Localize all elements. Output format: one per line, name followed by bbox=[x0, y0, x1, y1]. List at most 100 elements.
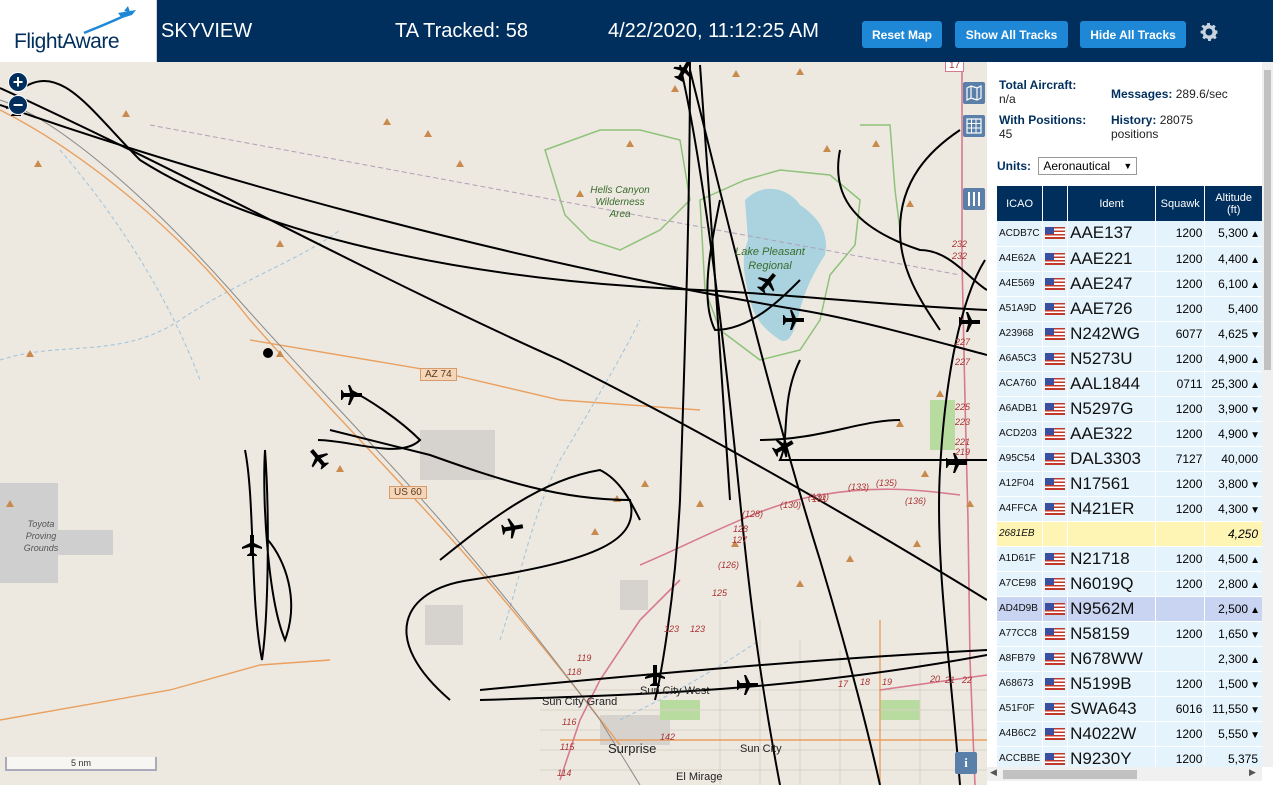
road-number: 142 bbox=[660, 732, 676, 742]
horizontal-scrollbar[interactable]: ◀ ▶ bbox=[987, 767, 1262, 781]
table-row[interactable]: ACA760 AAL1844 0711 25,300 ▲ bbox=[997, 371, 1263, 397]
altitude-value: 5,375 bbox=[1227, 751, 1258, 766]
table-row[interactable]: A4B6C2 N4022W 1200 5,550 ▼ bbox=[997, 721, 1263, 747]
table-row[interactable]: A6ADB1 N5297G 1200 3,900 ▼ bbox=[997, 396, 1263, 422]
units-row: Units: Aeronautical ▼ bbox=[997, 157, 1138, 175]
table-row[interactable]: A95C54 DAL3303 7127 40,000 bbox=[997, 446, 1263, 472]
cell-squawk: 1200 bbox=[1155, 296, 1206, 322]
reset-map-button[interactable]: Reset Map bbox=[862, 21, 942, 48]
cell-ident: AAE322 bbox=[1067, 421, 1156, 447]
cell-icao: A51F0F bbox=[997, 696, 1044, 722]
vertical-scrollbar[interactable] bbox=[1262, 62, 1273, 767]
table-row[interactable]: A6A5C3 N5273U 1200 4,900 ▲ bbox=[997, 346, 1263, 372]
road-number: 128 bbox=[733, 524, 749, 534]
cell-squawk: 1200 bbox=[1155, 346, 1206, 372]
table-row[interactable]: A8FB79 N678WW 2,300 ▲ bbox=[997, 646, 1263, 672]
stat-unit: positions bbox=[1111, 127, 1159, 141]
cell-squawk: 0711 bbox=[1155, 371, 1206, 397]
gear-icon[interactable] bbox=[1197, 20, 1221, 44]
scroll-thumb[interactable] bbox=[1264, 70, 1271, 370]
stat-value: 45 bbox=[999, 127, 1013, 141]
cell-altitude: 5,300 ▲ bbox=[1204, 221, 1263, 247]
column-altitude[interactable]: Altitude (ft) bbox=[1204, 186, 1263, 221]
us-flag-icon bbox=[1045, 377, 1066, 390]
altitude-value: 4,250 bbox=[1227, 526, 1258, 541]
us-flag-icon bbox=[1045, 652, 1066, 665]
stat-label: History: bbox=[1111, 113, 1157, 127]
cell-ident: N4022W bbox=[1067, 721, 1156, 747]
columns-button[interactable] bbox=[963, 188, 985, 210]
road-number: 127 bbox=[732, 535, 748, 545]
road-number: 20 bbox=[930, 674, 941, 684]
grid-button[interactable] bbox=[963, 115, 985, 137]
table-row[interactable]: A68673 N5199B 1200 1,500 ▼ bbox=[997, 671, 1263, 697]
cell-ident: AAE726 bbox=[1067, 296, 1156, 322]
cell-flag bbox=[1042, 421, 1069, 447]
flightaware-logo[interactable]: FlightAware bbox=[0, 0, 157, 62]
cell-flag bbox=[1042, 546, 1069, 572]
road-number: 227 bbox=[955, 357, 971, 367]
cell-squawk: 1200 bbox=[1155, 396, 1206, 422]
app-title: SKYVIEW bbox=[161, 20, 253, 42]
scroll-right-icon[interactable]: ▶ bbox=[1249, 767, 1256, 778]
label-line: Regional bbox=[748, 260, 792, 272]
cell-icao: ACA760 bbox=[997, 371, 1044, 397]
map-layers-button[interactable] bbox=[963, 82, 985, 104]
table-row[interactable]: A4E62A AAE221 1200 4,400 ▲ bbox=[997, 246, 1263, 272]
table-row[interactable]: A4FFCA N421ER 1200 4,300 ▼ bbox=[997, 496, 1263, 522]
cell-icao: A77CC8 bbox=[997, 621, 1044, 647]
us-flag-icon bbox=[1045, 277, 1066, 290]
label-line: Hells Canyon bbox=[590, 185, 650, 196]
table-row[interactable]: A1D61F N21718 1200 4,500 ▲ bbox=[997, 546, 1263, 572]
zoom-in-button[interactable]: + bbox=[8, 72, 28, 92]
cell-ident: N21718 bbox=[1067, 546, 1156, 572]
cell-flag bbox=[1042, 521, 1069, 547]
table-row[interactable]: A4E569 AAE247 1200 6,100 ▲ bbox=[997, 271, 1263, 297]
units-select[interactable]: Aeronautical ▼ bbox=[1038, 157, 1138, 175]
column-icao[interactable]: ICAO bbox=[997, 186, 1044, 221]
cell-icao: 2681EB bbox=[997, 521, 1044, 547]
cell-icao: A51A9D bbox=[997, 296, 1044, 322]
cell-altitude: 4,250 bbox=[1204, 521, 1263, 547]
info-button[interactable]: i bbox=[955, 752, 977, 774]
show-all-tracks-button[interactable]: Show All Tracks bbox=[955, 21, 1068, 48]
aircraft-panel: Total Aircraft: n/a Messages: 289.6/sec … bbox=[987, 62, 1273, 785]
scroll-thumb[interactable] bbox=[1003, 770, 1137, 779]
hide-all-tracks-button[interactable]: Hide All Tracks bbox=[1080, 21, 1186, 48]
label-sun-city-west: Sun City West bbox=[640, 685, 710, 697]
column-flag[interactable] bbox=[1042, 186, 1069, 221]
altitude-trend-icon: ▼ bbox=[1250, 504, 1260, 516]
us-flag-icon bbox=[1045, 502, 1066, 515]
stat-label: Total Aircraft: bbox=[999, 78, 1077, 92]
table-row[interactable]: A23968 N242WG 6077 4,625 ▼ bbox=[997, 321, 1263, 347]
table-row[interactable]: A77CC8 N58159 1200 1,650 ▼ bbox=[997, 621, 1263, 647]
map-view[interactable]: Hells Canyon Wilderness Area Lake Pleasa… bbox=[0, 62, 987, 785]
cell-icao: A23968 bbox=[997, 321, 1044, 347]
cell-altitude: 2,300 ▲ bbox=[1204, 646, 1263, 672]
table-row[interactable]: A12F04 N17561 1200 3,800 ▼ bbox=[997, 471, 1263, 497]
road-number: (130) bbox=[780, 500, 802, 510]
cell-ident: N421ER bbox=[1067, 496, 1156, 522]
column-ident[interactable]: Ident bbox=[1067, 186, 1156, 221]
scroll-left-icon[interactable]: ◀ bbox=[990, 767, 997, 778]
cell-squawk: 1200 bbox=[1155, 546, 1206, 572]
map-icon bbox=[966, 85, 982, 101]
column-squawk[interactable]: Squawk bbox=[1155, 186, 1206, 221]
table-row[interactable]: ACD203 AAE322 1200 4,900 ▼ bbox=[997, 421, 1263, 447]
cell-icao: A8FB79 bbox=[997, 646, 1044, 672]
cell-icao: A6A5C3 bbox=[997, 346, 1044, 372]
cell-icao: ACD203 bbox=[997, 421, 1044, 447]
cell-flag bbox=[1042, 471, 1069, 497]
cell-altitude: 4,900 ▼ bbox=[1204, 421, 1263, 447]
cell-icao: A7CE98 bbox=[997, 571, 1044, 597]
map-canvas[interactable] bbox=[0, 62, 987, 785]
zoom-out-button[interactable]: − bbox=[8, 95, 28, 115]
table-row[interactable]: AD4D9B N9562M 2,500 ▲ bbox=[997, 596, 1263, 622]
table-row[interactable]: A51F0F SWA643 6016 11,550 ▼ bbox=[997, 696, 1263, 722]
table-row[interactable]: 2681EB 4,250 bbox=[997, 521, 1263, 547]
table-row[interactable]: ACDB7C AAE137 1200 5,300 ▲ bbox=[997, 221, 1263, 247]
table-row[interactable]: A51A9D AAE726 1200 5,400 bbox=[997, 296, 1263, 322]
cell-icao: A1D61F bbox=[997, 546, 1044, 572]
table-row[interactable]: A7CE98 N6019Q 1200 2,800 ▲ bbox=[997, 571, 1263, 597]
road-number: 123 bbox=[664, 624, 680, 634]
